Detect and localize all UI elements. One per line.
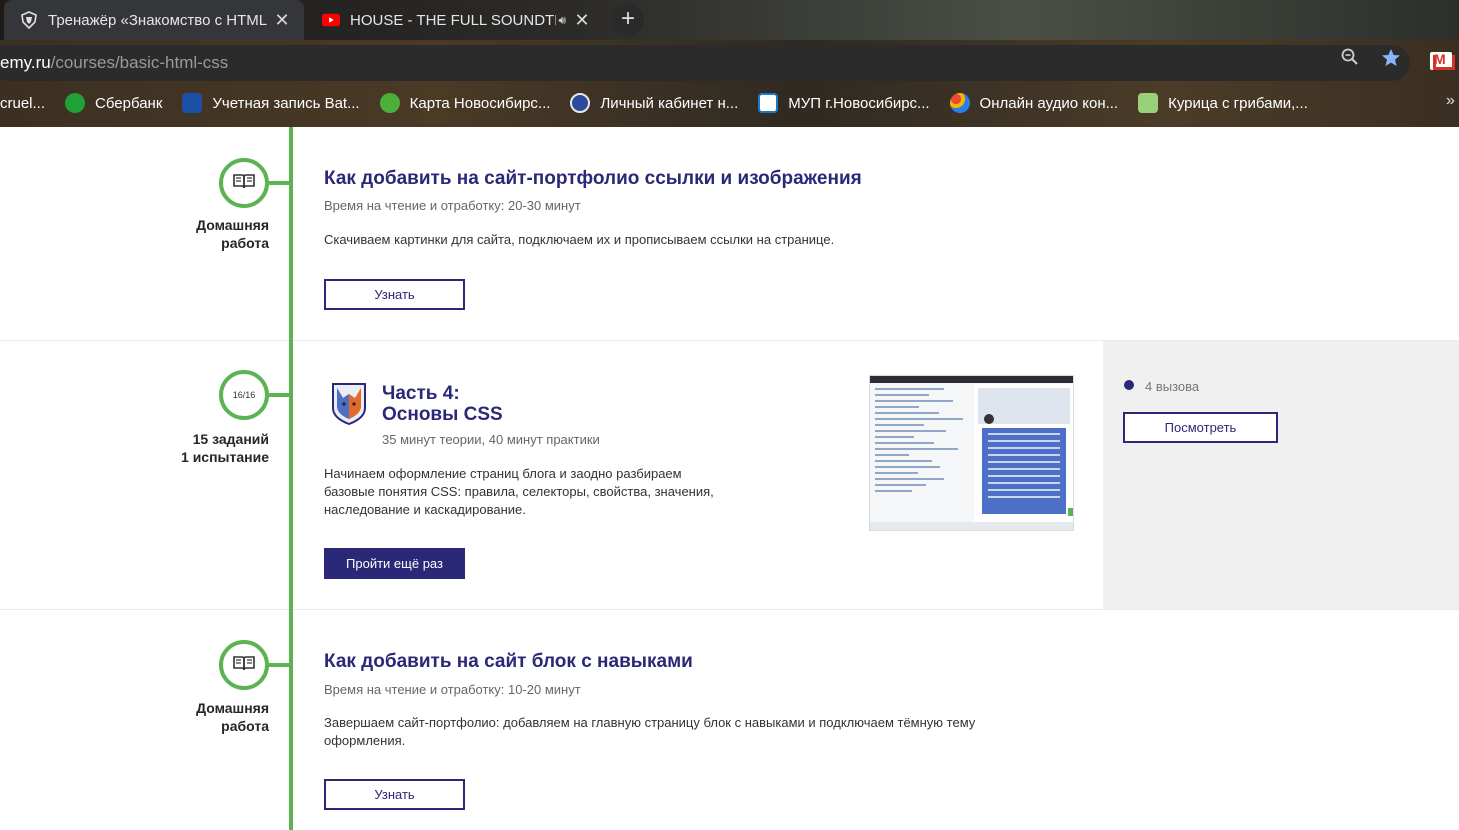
divider (0, 609, 1459, 610)
url-path: /courses/basic-html-css (50, 53, 229, 72)
preview-code-lines (875, 388, 973, 496)
preview-page (974, 384, 1073, 522)
tax-service-icon (570, 93, 591, 113)
course-page: Домашняя работа Как добавить на сайт-пор… (0, 127, 1459, 830)
battlenet-icon (182, 93, 203, 113)
url-host: emy.ru (0, 53, 51, 72)
bookmark-item[interactable]: Личный кабинет н... (570, 93, 738, 113)
sberbank-icon (65, 93, 86, 113)
bookmark-item[interactable]: МУП г.Новосибирс... (758, 93, 930, 113)
bookmarks-bar: cruel... Сбербанк Учетная запись Bat... … (0, 88, 1459, 118)
node-label-line: Домашняя (196, 217, 269, 233)
node-label-line: работа (221, 235, 269, 251)
bookmark-item[interactable]: cruel... (0, 95, 45, 112)
node-label: Домашняя работа (196, 216, 269, 252)
progress-counter: 16/16 (232, 390, 256, 400)
bookmark-item[interactable]: Карта Новосибирс... (379, 93, 551, 113)
chapter-title[interactable]: Часть 4: Основы CSS (382, 383, 503, 425)
lesson-duration: Время на чтение и отработку: 20-30 минут (324, 198, 581, 213)
bookmark-item[interactable]: Сбербанк (65, 93, 162, 113)
node-label: 15 заданий 1 испытание (181, 430, 269, 466)
challenges-count: 4 вызова (1145, 379, 1200, 394)
progress-timeline (289, 127, 293, 830)
water-drop-icon (758, 93, 779, 113)
new-tab-button[interactable]: + (612, 4, 644, 36)
challenge-bullet-icon (1124, 380, 1134, 390)
toolbar: emy.ru/courses/basic-html-css (0, 40, 1459, 87)
timeline-node (219, 158, 269, 208)
timeline-connector (269, 663, 291, 667)
node-label-line: Домашняя (196, 700, 269, 716)
bookmark-item[interactable]: Курица с грибами,... (1138, 93, 1308, 113)
timeline-node (219, 640, 269, 690)
chapter-preview-image[interactable] (869, 375, 1074, 531)
view-challenges-button[interactable]: Посмотреть (1123, 412, 1278, 443)
bookmark-label: МУП г.Новосибирс... (788, 94, 930, 112)
node-label-line: 15 заданий (192, 431, 269, 447)
timeline-node: 16/16 (219, 370, 269, 420)
fox-mascot-icon (331, 382, 367, 431)
tab-active[interactable]: Тренажёр «Знакомство с HTML ✕ (4, 0, 304, 40)
lesson-description: Завершаем сайт-портфолио: добавляем на г… (324, 715, 976, 748)
tab-strip: Тренажёр «Знакомство с HTML ✕ HOUSE - TH… (0, 0, 1459, 40)
chapter-description: Начинаем оформление страниц блога и заод… (324, 466, 714, 517)
bookmark-label: cruel... (0, 94, 46, 112)
lesson-description: Скачиваем картинки для сайта, подключаем… (324, 232, 835, 247)
retry-button[interactable]: Пройти ещё раз (324, 548, 465, 579)
chapter-duration: 35 минут теории, 40 минут практики (382, 432, 600, 447)
gmail-extension-icon[interactable] (1430, 51, 1455, 70)
book-icon (233, 655, 255, 676)
close-tab-icon[interactable]: ✕ (572, 10, 592, 30)
book-icon (233, 173, 255, 194)
bookmark-item[interactable]: Учетная запись Bat... (182, 93, 360, 113)
bookmark-label: Карта Новосибирс... (409, 94, 551, 112)
bookmark-label: Учетная запись Bat... (212, 94, 360, 112)
lesson-title[interactable]: Как добавить на сайт блок с навыками (324, 651, 693, 673)
timeline-connector (269, 181, 291, 185)
bookmark-item[interactable]: Онлайн аудио кон... (949, 93, 1119, 113)
bookmark-label: Сбербанк (95, 94, 163, 112)
tab-title: Тренажёр «Знакомство с HTML (48, 11, 268, 29)
browser-chrome: Тренажёр «Знакомство с HTML ✕ HOUSE - TH… (0, 0, 1459, 127)
chapter-title-line: Основы CSS (382, 404, 503, 425)
htmlacademy-shield-icon (20, 11, 38, 29)
learn-button[interactable]: Узнать (324, 779, 465, 810)
audio-converter-icon (949, 93, 970, 113)
bookmark-label: Онлайн аудио кон... (979, 94, 1119, 112)
address-bar[interactable]: emy.ru/courses/basic-html-css (0, 45, 1410, 81)
bookmarks-overflow-icon[interactable]: » (1446, 92, 1455, 110)
chapter-title-line: Часть 4: (382, 383, 460, 404)
node-label-line: работа (221, 718, 269, 734)
url-text: emy.ru/courses/basic-html-css (0, 53, 228, 73)
recipe-icon (1138, 93, 1159, 113)
preview-toolbar (870, 376, 1073, 383)
tab-title: HOUSE - THE FULL SOUNDTR (350, 11, 557, 29)
youtube-icon (322, 11, 340, 29)
node-label: Домашняя работа (196, 699, 269, 735)
node-label-line: 1 испытание (181, 449, 269, 465)
speaker-icon[interactable]: 🔊︎ (558, 13, 566, 28)
bookmark-star-icon[interactable] (1381, 48, 1401, 68)
close-tab-icon[interactable]: ✕ (272, 10, 292, 30)
learn-button[interactable]: Узнать (324, 279, 465, 310)
bookmark-label: Курица с грибами,... (1168, 94, 1308, 112)
tab-youtube[interactable]: HOUSE - THE FULL SOUNDTR 🔊︎ ✕ (306, 0, 604, 40)
timeline-connector (269, 393, 291, 397)
map-icon (379, 93, 400, 113)
lesson-duration: Время на чтение и отработку: 10-20 минут (324, 682, 581, 697)
bookmark-label: Личный кабинет н... (600, 94, 739, 112)
lesson-title[interactable]: Как добавить на сайт-портфолио ссылки и … (324, 168, 862, 190)
divider (0, 340, 1459, 341)
zoom-icon[interactable] (1340, 48, 1360, 68)
